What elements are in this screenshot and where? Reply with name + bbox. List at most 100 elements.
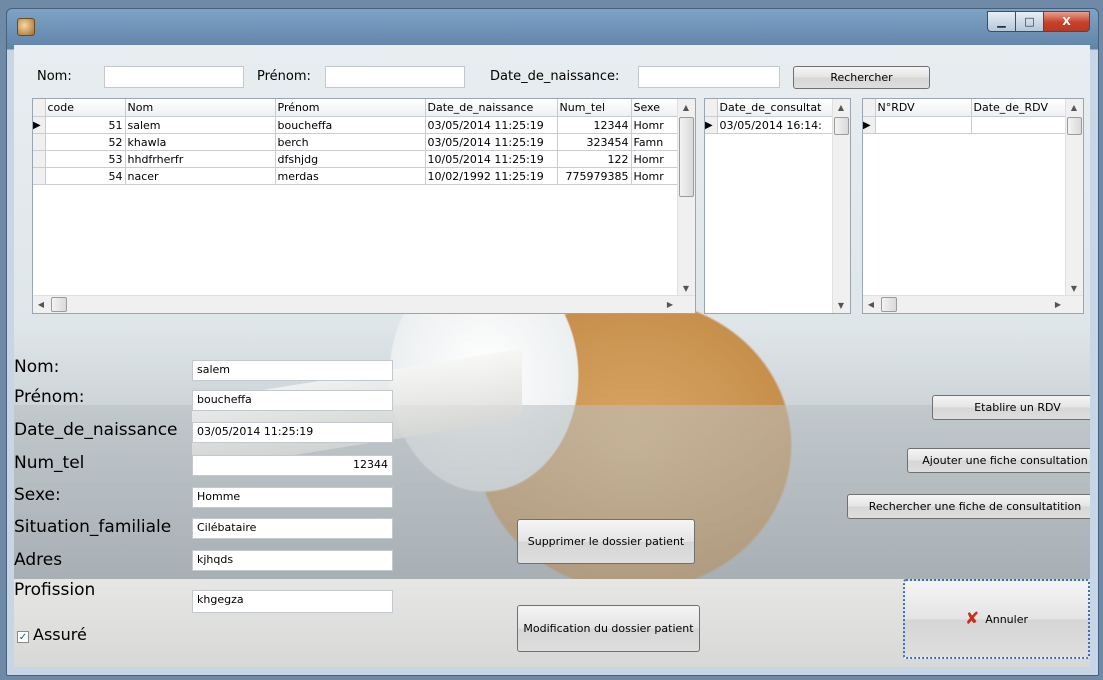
scroll-up-icon[interactable]: ▲	[678, 99, 694, 115]
cell-numero-rdv[interactable]	[875, 116, 972, 134]
search-nom-input[interactable]	[104, 66, 244, 88]
assure-checkbox[interactable]: ✓	[17, 631, 29, 643]
minimize-button[interactable]: ▁	[987, 11, 1016, 32]
scroll-left-icon[interactable]: ◀	[33, 296, 49, 312]
annuler-button[interactable]: ✘ Annuler	[903, 579, 1090, 659]
adres-field[interactable]: kjhqds	[192, 550, 393, 571]
cell-sexe[interactable]: Homr	[631, 150, 680, 168]
patients-vertical-scrollbar[interactable]: ▲ ▼	[677, 99, 695, 296]
patients-grid[interactable]: code Nom Prénom Date_de_naissance Num_te…	[32, 98, 696, 314]
cell-code[interactable]: 51	[45, 116, 126, 134]
rdv-horizontal-scrollbar[interactable]: ◀ ▶	[863, 295, 1083, 313]
col-header-sexe[interactable]: Sexe	[631, 99, 680, 117]
search-nom-label: Nom:	[37, 69, 72, 84]
scroll-thumb[interactable]	[1067, 117, 1082, 135]
supprimer-dossier-button[interactable]: Supprimer le dossier patient	[517, 519, 695, 564]
profession-field[interactable]: khgegza	[192, 590, 393, 613]
col-header-code[interactable]: code	[45, 99, 126, 117]
ajouter-fiche-button[interactable]: Ajouter une fiche consultation	[907, 448, 1090, 473]
rdv-vertical-scrollbar[interactable]: ▲ ▼	[1065, 99, 1083, 296]
close-button[interactable]: X	[1043, 11, 1090, 32]
scroll-thumb[interactable]	[834, 117, 849, 135]
current-row-pointer-icon: ▶	[705, 116, 718, 134]
cell-nom[interactable]: nacer	[125, 167, 276, 185]
table-row[interactable]: 52 khawla berch 03/05/2014 11:25:19 3234…	[33, 133, 680, 151]
scroll-right-icon[interactable]: ▶	[1050, 296, 1066, 312]
form-profession-label: Profission	[14, 580, 96, 600]
scroll-up-icon[interactable]: ▲	[833, 99, 849, 115]
nom-field[interactable]: salem	[192, 360, 393, 381]
scroll-down-icon[interactable]: ▼	[833, 297, 849, 313]
title-bar[interactable]: ▁ □ X	[7, 9, 1098, 45]
table-row[interactable]: ▶ 03/05/2014 16:14:	[705, 116, 835, 134]
cell-prenom[interactable]: merdas	[275, 167, 426, 185]
search-dob-input[interactable]	[638, 66, 780, 88]
scroll-down-icon[interactable]: ▼	[678, 280, 694, 296]
row-indicator-header	[33, 99, 46, 117]
cell-tel[interactable]: 775979385	[557, 167, 632, 185]
cell-date-consultation[interactable]: 03/05/2014 16:14:	[717, 116, 835, 134]
scroll-thumb[interactable]	[51, 297, 67, 312]
scroll-down-icon[interactable]: ▼	[1066, 280, 1082, 296]
row-indicator-header	[863, 99, 876, 117]
cell-date-rdv[interactable]	[971, 116, 1068, 134]
form-tel-label: Num_tel	[14, 453, 85, 473]
rechercher-button[interactable]: Rechercher	[793, 66, 930, 89]
table-row[interactable]: ▶ 51 salem boucheffa 03/05/2014 11:25:19…	[33, 116, 680, 134]
consultations-vertical-scrollbar[interactable]: ▲ ▼	[832, 99, 850, 313]
row-indicator-header	[705, 99, 718, 117]
col-header-date-rdv[interactable]: Date_de_RDV	[971, 99, 1068, 117]
scroll-right-icon[interactable]: ▶	[662, 296, 678, 312]
cell-sexe[interactable]: Homr	[631, 116, 680, 134]
row-indicator	[33, 150, 46, 168]
scroll-left-icon[interactable]: ◀	[863, 296, 879, 312]
col-header-dob[interactable]: Date_de_naissance	[425, 99, 558, 117]
window-controls: ▁ □ X	[987, 11, 1090, 32]
cell-code[interactable]: 52	[45, 133, 126, 151]
cell-dob[interactable]: 03/05/2014 11:25:19	[425, 116, 558, 134]
sexe-field[interactable]: Homme	[192, 487, 393, 508]
cell-nom[interactable]: hhdfrherfr	[125, 150, 276, 168]
patients-horizontal-scrollbar[interactable]: ◀ ▶	[33, 295, 695, 313]
maximize-button[interactable]: □	[1015, 11, 1044, 32]
etablir-rdv-button[interactable]: Etablire un RDV	[932, 395, 1090, 420]
cell-sexe[interactable]: Famn	[631, 133, 680, 151]
search-prenom-input[interactable]	[325, 66, 465, 88]
cell-code[interactable]: 53	[45, 150, 126, 168]
cell-tel[interactable]: 122	[557, 150, 632, 168]
scroll-thumb[interactable]	[679, 117, 694, 197]
scroll-thumb[interactable]	[881, 297, 897, 312]
cell-tel[interactable]: 323454	[557, 133, 632, 151]
row-indicator	[33, 167, 46, 185]
rdv-grid[interactable]: N°RDV Date_de_RDV ▶ ▲ ▼ ◀ ▶	[862, 98, 1084, 314]
cell-prenom[interactable]: berch	[275, 133, 426, 151]
cell-dob[interactable]: 10/05/2014 11:25:19	[425, 150, 558, 168]
cell-nom[interactable]: khawla	[125, 133, 276, 151]
rechercher-fiche-button[interactable]: Rechercher une fiche de consultatition	[847, 494, 1090, 519]
cell-prenom[interactable]: boucheffa	[275, 116, 426, 134]
cell-prenom[interactable]: dfshjdg	[275, 150, 426, 168]
cell-dob[interactable]: 10/02/1992 11:25:19	[425, 167, 558, 185]
col-header-numero-rdv[interactable]: N°RDV	[875, 99, 972, 117]
app-window: ▁ □ X Nom: Prénom: Date_de_naissance: Re…	[6, 8, 1099, 676]
col-header-nom[interactable]: Nom	[125, 99, 276, 117]
table-row[interactable]: 53 hhdfrherfr dfshjdg 10/05/2014 11:25:1…	[33, 150, 680, 168]
scroll-up-icon[interactable]: ▲	[1066, 99, 1082, 115]
modifier-dossier-button[interactable]: Modification du dossier patient	[517, 605, 700, 652]
cell-tel[interactable]: 12344	[557, 116, 632, 134]
cell-dob[interactable]: 03/05/2014 11:25:19	[425, 133, 558, 151]
consultations-grid[interactable]: Date_de_consultat ▶ 03/05/2014 16:14: ▲ …	[704, 98, 851, 314]
app-icon	[17, 18, 35, 36]
prenom-field[interactable]: boucheffa	[192, 390, 393, 411]
cell-sexe[interactable]: Homr	[631, 167, 680, 185]
dob-field[interactable]: 03/05/2014 11:25:19	[192, 422, 393, 443]
col-header-date-consultation[interactable]: Date_de_consultat	[717, 99, 835, 117]
table-row[interactable]: ▶	[863, 116, 1068, 134]
cell-nom[interactable]: salem	[125, 116, 276, 134]
table-row[interactable]: 54 nacer merdas 10/02/1992 11:25:19 7759…	[33, 167, 680, 185]
cell-code[interactable]: 54	[45, 167, 126, 185]
col-header-prenom[interactable]: Prénom	[275, 99, 426, 117]
situation-field[interactable]: Cilébataire	[192, 518, 393, 539]
tel-field[interactable]: 12344	[192, 455, 393, 476]
col-header-tel[interactable]: Num_tel	[557, 99, 632, 117]
